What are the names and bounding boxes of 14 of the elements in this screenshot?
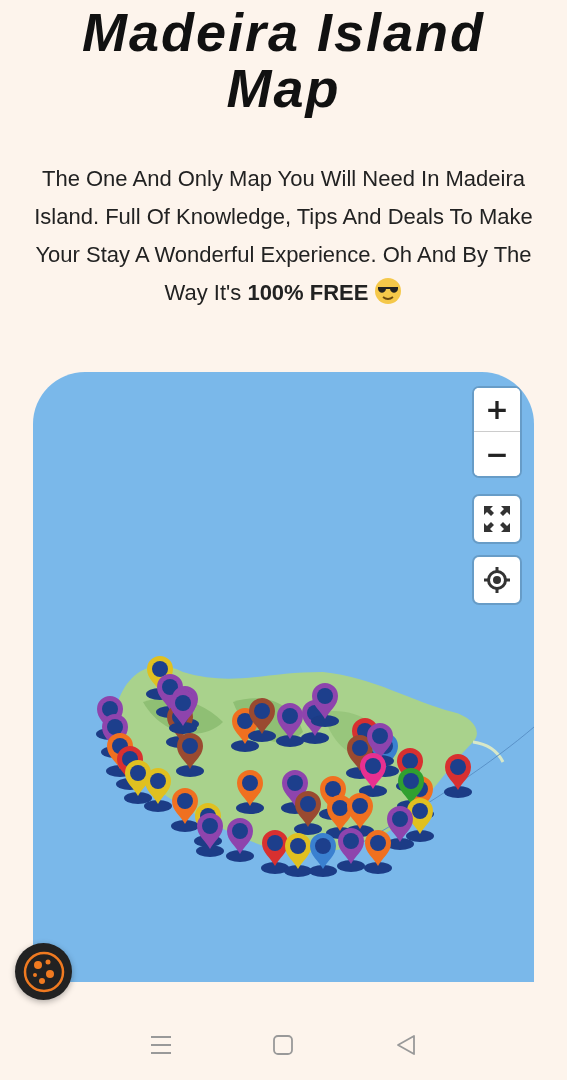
locate-button[interactable] <box>474 557 520 603</box>
locate-icon <box>483 566 511 594</box>
back-triangle-icon <box>394 1034 417 1056</box>
fullscreen-button[interactable] <box>474 496 520 542</box>
page-title: Madeira Island Map <box>80 4 487 116</box>
square-icon <box>272 1034 295 1056</box>
cookie-icon <box>21 949 66 994</box>
menu-icon <box>150 1035 173 1055</box>
sunglasses-smiley-icon <box>374 277 403 305</box>
fullscreen-icon <box>482 504 512 534</box>
intro-paragraph: The One And Only Map You Will Need In Madeira Island. Full Of Knowledge, Tips And Deals To Make Your Stay A Wonderful Experience. Oh And By The Way It's 100% FREE <box>33 165 534 307</box>
map-markers-drawing[interactable] <box>96 656 472 877</box>
zoom-in-button[interactable]: + <box>474 388 520 432</box>
cookie-settings-button[interactable] <box>15 943 72 1000</box>
